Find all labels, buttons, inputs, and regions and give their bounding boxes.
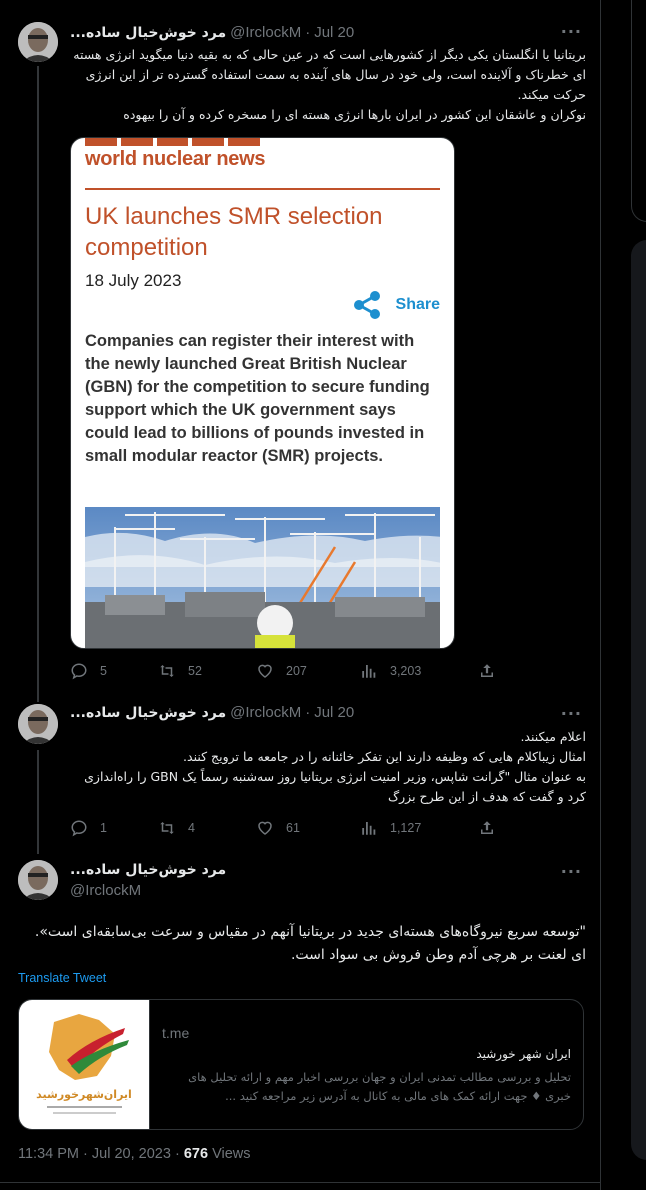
separator-dot: ·	[174, 1146, 180, 1162]
thread-line	[37, 66, 39, 702]
reply-count: 5	[100, 664, 107, 678]
divider	[85, 188, 440, 190]
share-tweet-button[interactable]	[478, 819, 496, 837]
tweet-paragraph: نوکران و عاشقان این کشور در ایران بارها …	[123, 107, 586, 122]
like-count: 61	[286, 821, 300, 835]
more-options-icon[interactable]: ···	[561, 704, 582, 723]
sidebar-panel	[631, 0, 646, 222]
display-name[interactable]: مرد خوش‌خیال ساده...	[70, 862, 226, 878]
tweet-actions: 1 4 61 1,127	[70, 818, 500, 838]
more-options-icon[interactable]: ···	[561, 862, 582, 881]
retweet-count: 4	[188, 821, 195, 835]
upload-share-icon	[481, 664, 493, 677]
avatar[interactable]	[18, 704, 58, 744]
user-handle[interactable]: @IrclockM	[70, 882, 141, 899]
like-button[interactable]: 207	[256, 662, 360, 680]
article-date: 18 July 2023	[85, 271, 182, 290]
thread-line	[37, 750, 39, 854]
link-domain: t.me	[162, 1025, 190, 1041]
tweet-paragraph: امثال زیباکلام هایی که وظیفه دارند این ت…	[183, 749, 586, 764]
tweet-actions: 5 52 207 3,203	[70, 661, 500, 681]
tweet-meta: 11:34 PM · Jul 20, 2023 · 676 Views	[18, 1146, 250, 1162]
separator-dot: ·	[305, 704, 311, 721]
sidebar-panel	[631, 240, 646, 1160]
tweet-date[interactable]: Jul 20	[314, 24, 354, 41]
separator-dot: ·	[83, 1146, 88, 1162]
share-label: Share	[395, 296, 440, 313]
tweet-date[interactable]: Jul 20	[314, 704, 354, 721]
view-count: 3,203	[390, 664, 422, 678]
tweet-paragraph: بریتانیا یا انگلستان یکی دیگر از کشورهای…	[73, 47, 586, 102]
tweet-paragraph: به عنوان مثال "گرانت شاپس، وزیر امنیت ان…	[84, 769, 586, 804]
share-icon	[353, 291, 380, 319]
link-thumbnail: ایران‌شهرخورشید	[19, 1000, 150, 1129]
retweet-button[interactable]: 52	[158, 662, 256, 680]
views-button[interactable]: 1,127	[360, 819, 478, 837]
view-count: 1,127	[390, 821, 422, 835]
reply-icon	[71, 663, 87, 680]
thumbnail-logo-text: ایران‌شهرخورشید	[36, 1088, 132, 1101]
avatar[interactable]	[18, 22, 58, 62]
tweet-text: اعلام میکنند. امثال زیباکلام هایی که وظی…	[70, 727, 586, 807]
link-title: ایران شهر خورشید	[476, 1047, 571, 1061]
tweet-paragraph: ای لعنت بر هرچی آدم وطن فروش بی سواد است…	[290, 947, 586, 963]
tweet-header: مرد خوش‌خیال ساده... @IrclockM · Jul 20	[70, 704, 354, 721]
avatar[interactable]	[18, 860, 58, 900]
like-button[interactable]: 61	[256, 819, 360, 837]
like-count: 207	[286, 664, 307, 678]
reply-button[interactable]: 5	[70, 662, 158, 680]
reply-icon	[71, 820, 87, 837]
views-label: Views	[212, 1146, 251, 1162]
tweet-time[interactable]: 11:34 PM	[18, 1146, 79, 1162]
link-preview-card[interactable]: ایران‌شهرخورشید t.me ایران شهر خورشید تح…	[18, 999, 584, 1130]
reply-count: 1	[100, 821, 107, 835]
views-count: 676	[183, 1146, 209, 1162]
logo-bars	[85, 138, 260, 146]
site-logo: world nuclear news	[85, 148, 266, 170]
reply-button[interactable]: 1	[70, 819, 158, 837]
tweet-text: بریتانیا یا انگلستان یکی دیگر از کشورهای…	[70, 45, 586, 125]
article-title: UK launches SMR selection competition	[85, 203, 383, 261]
display-name[interactable]: مرد خوش‌خیال ساده...	[70, 705, 226, 721]
retweet-icon	[160, 822, 174, 834]
more-options-icon[interactable]: ···	[561, 22, 582, 41]
divider	[0, 1182, 601, 1183]
tweet-media-image[interactable]: world nuclear news UK launches SMR selec…	[70, 137, 455, 649]
tweet-header: مرد خوش‌خیال ساده...	[70, 862, 226, 878]
tweet-header: مرد خوش‌خیال ساده... @IrclockM · Jul 20	[70, 24, 354, 41]
views-button[interactable]: 3,203	[360, 662, 478, 680]
user-handle[interactable]: @IrclockM	[230, 24, 301, 41]
share-tweet-button[interactable]	[478, 662, 496, 680]
construction-photo	[85, 507, 440, 648]
retweet-count: 52	[188, 664, 202, 678]
views-icon	[362, 822, 376, 835]
separator-dot: ·	[305, 24, 311, 41]
user-handle[interactable]: @IrclockM	[230, 704, 301, 721]
tweet-full-date[interactable]: Jul 20, 2023	[92, 1146, 171, 1162]
article-summary: Companies can register their interest wi…	[85, 332, 430, 465]
tweet-text: "توسعه سریع نیروگاه‌های هسته‌ای جدید در …	[18, 921, 586, 967]
retweet-button[interactable]: 4	[158, 819, 256, 837]
upload-share-icon	[481, 821, 493, 834]
tweet-paragraph: اعلام میکنند.	[520, 729, 586, 744]
heart-icon	[258, 664, 272, 678]
display-name[interactable]: مرد خوش‌خیال ساده...	[70, 25, 226, 41]
views-icon	[362, 665, 376, 678]
timeline-column: مرد خوش‌خیال ساده... @IrclockM · Jul 20 …	[0, 0, 601, 1190]
translate-tweet-link[interactable]: Translate Tweet	[18, 971, 106, 985]
tweet-handle-row: @IrclockM	[70, 882, 141, 899]
tweet-paragraph: "توسعه سریع نیروگاه‌های هسته‌ای جدید در …	[34, 924, 586, 940]
share-button: Share	[352, 290, 440, 320]
heart-icon	[258, 821, 272, 835]
link-description: تحلیل و بررسی مطالب تمدنی ایران و جهان ب…	[188, 1070, 571, 1103]
retweet-icon	[160, 665, 174, 677]
